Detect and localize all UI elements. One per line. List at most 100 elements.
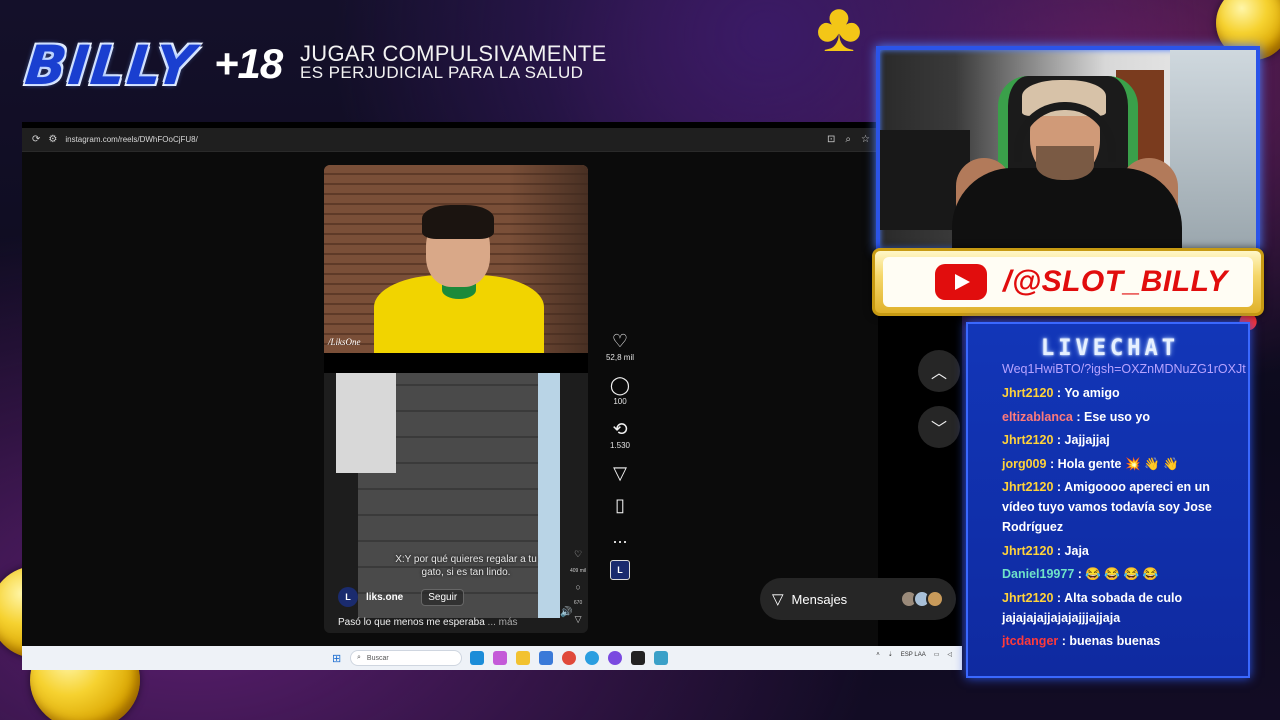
chat-message: Jhrt2120 : Alta sobada de culo jajajajaj… bbox=[1002, 588, 1246, 628]
language-indicator[interactable]: ESP LAA bbox=[901, 652, 926, 658]
chevron-down-icon: ﹀ bbox=[930, 421, 947, 438]
search-placeholder: Buscar bbox=[366, 654, 389, 662]
repost-action[interactable]: ⟲ 1.530 bbox=[610, 420, 630, 450]
copilot-icon[interactable] bbox=[493, 651, 507, 665]
chat-username: jtcdanger bbox=[1002, 634, 1059, 648]
warning-line-1: JUGAR COMPULSIVAMENTE bbox=[300, 41, 607, 66]
author-avatar[interactable]: L bbox=[338, 587, 358, 607]
chat-message: Jhrt2120 : Amigoooo apereci en un vídeo … bbox=[1002, 477, 1246, 537]
like-action[interactable]: ♡ 52,8 mil bbox=[606, 332, 634, 362]
windows-start-icon[interactable]: ⊞ bbox=[332, 652, 341, 665]
volume-icon[interactable]: 🔊 bbox=[560, 607, 572, 618]
chat-message-list: Weq1HwiBTO/?igsh=OXZnMDNuZG1rOXJt Jhrt212… bbox=[1002, 360, 1246, 655]
chat-username: Jhrt2120 bbox=[1002, 480, 1054, 494]
chat-username: Jhrt2120 bbox=[1002, 386, 1054, 400]
streamer-hair bbox=[422, 205, 494, 239]
share-action[interactable]: ▽ bbox=[613, 464, 627, 482]
comment-action[interactable]: ◯ 100 bbox=[610, 376, 630, 406]
chat-username: Jhrt2120 bbox=[1002, 543, 1054, 558]
follow-button[interactable]: Seguir bbox=[421, 588, 465, 606]
previous-reel-button[interactable]: ︿ bbox=[918, 350, 960, 392]
chat-username: Jhrt2120 bbox=[1002, 433, 1054, 447]
stream-tag: /LiksOne bbox=[328, 337, 361, 347]
messages-label: Mensajes bbox=[791, 591, 848, 607]
more-options[interactable]: ... bbox=[612, 528, 627, 546]
messages-button[interactable]: ▽ Mensajes bbox=[760, 578, 956, 620]
send-icon[interactable]: ▽ bbox=[613, 464, 627, 482]
mini-share-icon: ▽ bbox=[574, 614, 582, 624]
next-reel-button[interactable]: ﹀ bbox=[918, 406, 960, 448]
messenger-icon[interactable] bbox=[608, 651, 622, 665]
save-action[interactable]: ▯ bbox=[615, 496, 625, 514]
zoom-icon[interactable]: ⌕ bbox=[845, 134, 851, 145]
chat-message: Daniel19977 : 😂 😂 😂 😂 bbox=[1002, 564, 1246, 584]
repost-count: 1.530 bbox=[609, 441, 631, 450]
embedded-mini-actions: ♡ 409 mil ○ 670 ▽ ▯ bbox=[570, 549, 586, 633]
bookmark-icon[interactable]: ▯ bbox=[615, 496, 625, 514]
app-icon[interactable] bbox=[631, 651, 645, 665]
edge-icon[interactable] bbox=[470, 651, 484, 665]
reel-description: Pasó lo que menos me esperaba ... más bbox=[338, 617, 518, 628]
chat-text: : 😂 😂 😂 😂 bbox=[1074, 567, 1159, 581]
system-tray: ˄ ⇣ ESP LAA ▭ ◁ bbox=[876, 651, 952, 659]
more-link[interactable]: ... más bbox=[488, 617, 518, 628]
author-name[interactable]: liks.one bbox=[366, 592, 403, 603]
url-text[interactable]: instagram.com/reels/DWhFOoCjFU8/ bbox=[65, 135, 197, 144]
chat-username: Jhrt2120 bbox=[1002, 590, 1054, 605]
telegram-icon[interactable] bbox=[585, 651, 599, 665]
youtube-banner-inner: /@SLOT_BILLY bbox=[883, 257, 1253, 307]
mini-heart-icon: ♡ bbox=[574, 549, 583, 559]
streamer-shirt bbox=[374, 275, 544, 355]
chat-text: : buenas buenas bbox=[1058, 634, 1161, 648]
video-caption: X:Y por qué quieres regalar a tu gato, s… bbox=[395, 554, 537, 578]
mini-comment-icon: ○ bbox=[575, 582, 581, 592]
comment-count: 100 bbox=[613, 397, 627, 406]
chat-text: : Jaja bbox=[1053, 543, 1089, 558]
chevron-up-icon[interactable]: ˄ bbox=[876, 652, 880, 658]
chat-username: eltizablanca bbox=[1002, 409, 1073, 424]
youtube-icon bbox=[935, 264, 987, 300]
chat-message: jtcdanger : buenas buenas bbox=[1002, 631, 1246, 651]
billy-logo: BILLY bbox=[22, 33, 200, 97]
network-icon[interactable]: ▭ bbox=[934, 651, 940, 658]
blue-object bbox=[538, 373, 560, 618]
live-chat-panel: LIVECHAT Weq1HwiBTO/?igsh=OXZnMDNuZG1rOX… bbox=[966, 322, 1250, 678]
streamer-body bbox=[952, 168, 1182, 248]
volume-icon[interactable]: ◁ bbox=[947, 651, 952, 658]
chat-message: eltizablanca : Ese uso yo bbox=[1002, 407, 1246, 427]
file-explorer-icon[interactable] bbox=[516, 651, 530, 665]
reel-author: L liks.one Seguir bbox=[338, 587, 465, 607]
wall-light-area bbox=[336, 373, 396, 473]
comment-icon[interactable]: ◯ bbox=[610, 376, 630, 394]
more-icon[interactable]: ... bbox=[612, 528, 627, 546]
browser-address-bar[interactable]: ⟳ ⚙ instagram.com/reels/DWhFOoCjFU8/ ⊡ ⌕… bbox=[22, 128, 878, 152]
bookmark-star-icon[interactable]: ☆ bbox=[861, 134, 870, 145]
warning-line-2: ES PERJUDICIAL PARA LA SALUD bbox=[300, 63, 584, 82]
reload-icon[interactable]: ⟳ bbox=[32, 134, 40, 145]
taskbar-search[interactable]: ⌕ Buscar bbox=[350, 650, 462, 666]
streamer-webcam bbox=[876, 46, 1260, 252]
window bbox=[1170, 50, 1256, 248]
chevron-up-icon: ︿ bbox=[930, 365, 947, 382]
chat-message: Jhrt2120 : Jaja bbox=[1002, 541, 1246, 561]
chrome-icon[interactable] bbox=[562, 651, 576, 665]
store-icon[interactable] bbox=[539, 651, 553, 665]
reel-video[interactable]: /LiksOne X:Y por qué quieres regalar a t… bbox=[324, 165, 588, 633]
reel-streamer-feed: /LiksOne bbox=[324, 165, 588, 355]
site-info-icon[interactable]: ⚙ bbox=[48, 134, 57, 145]
chat-text: : Jajjajjaj bbox=[1053, 433, 1110, 447]
youtube-handle: /@SLOT_BILLY bbox=[1003, 265, 1228, 298]
calculator-icon[interactable] bbox=[654, 651, 668, 665]
club-suit-decoration: ♣ bbox=[816, 0, 862, 66]
chat-message: jorg009 : Hola gente 💥 👋 👋 bbox=[1002, 454, 1246, 474]
install-app-icon[interactable]: ⊡ bbox=[827, 134, 835, 145]
chat-username: jorg009 bbox=[1002, 456, 1047, 471]
windows-taskbar: ⊞ ⌕ Buscar ˄ ⇣ ESP LAA ▭ ◁ bbox=[22, 646, 962, 670]
heart-icon[interactable]: ♡ bbox=[612, 332, 628, 350]
instagram-reels-page: /LiksOne X:Y por qué quieres regalar a t… bbox=[22, 152, 960, 646]
repost-icon[interactable]: ⟲ bbox=[612, 420, 627, 438]
audio-thumbnail[interactable]: L bbox=[610, 560, 630, 580]
chat-message-link: Weq1HwiBTO/?igsh=OXZnMDNuZG1rOXJt bbox=[1002, 362, 1246, 376]
usb-icon[interactable]: ⇣ bbox=[888, 651, 893, 658]
message-avatars bbox=[900, 590, 944, 608]
